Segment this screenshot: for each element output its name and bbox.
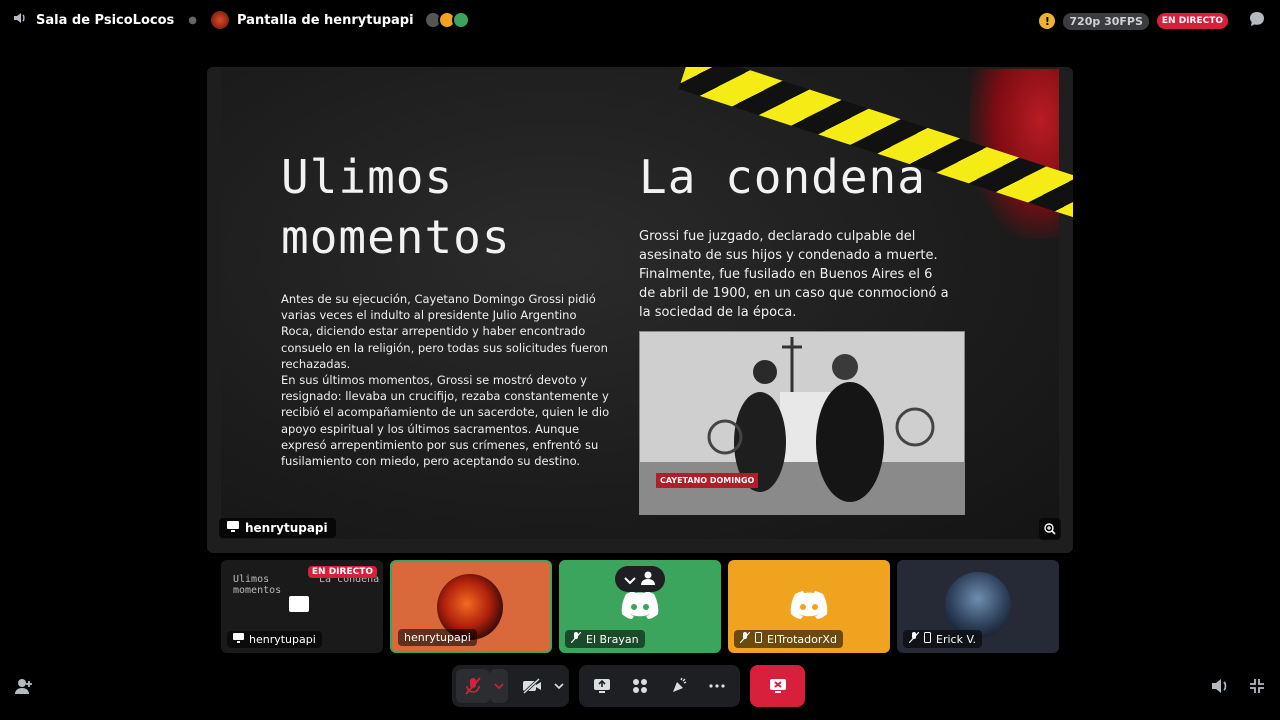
camera-toggle-button[interactable] xyxy=(516,669,550,703)
zoom-in-icon xyxy=(1044,523,1056,535)
tile-label: ElTrotadorXd xyxy=(734,630,843,648)
tile-live-badge: EN DIRECTO xyxy=(307,566,377,578)
mic-options-button[interactable] xyxy=(489,669,508,703)
tile-label: Erick V. xyxy=(903,630,983,648)
participant-tile-stream[interactable]: Ulimos momentos La condena EN DIRECTO he… xyxy=(221,560,383,653)
mobile-icon xyxy=(924,632,931,646)
participant-tile-eltrotadorxd[interactable]: ElTrotadorXd xyxy=(728,560,890,653)
stage-streamer-name: henrytupapi xyxy=(245,521,328,535)
participant-tile-henrytupapi[interactable]: henrytupapi xyxy=(390,560,552,653)
tile-name: Erick V. xyxy=(936,632,977,646)
chevron-down-icon xyxy=(494,683,504,689)
viewer-avatars[interactable] xyxy=(423,11,470,29)
left-heading: Ulimos momentos xyxy=(281,150,511,264)
left-paragraph-2: En sus últimos momentos, Grossi se mostr… xyxy=(281,373,610,469)
chevron-down-icon xyxy=(554,683,564,689)
tile-name: henrytupapi xyxy=(249,633,316,646)
exit-fullscreen-icon[interactable] xyxy=(1247,676,1267,696)
right-heading: La condena xyxy=(639,150,926,204)
participant-avatar xyxy=(945,572,1011,638)
discord-logo-icon xyxy=(621,591,659,619)
participant-tile-el-brayan[interactable]: El Brayan xyxy=(559,560,721,653)
soundboard-icon xyxy=(672,677,686,692)
muted-mic-icon xyxy=(908,631,920,646)
main-stream-view[interactable]: Ulimos momentos Antes de su ejecución, C… xyxy=(207,67,1073,553)
tile-name: ElTrotadorXd xyxy=(767,632,837,646)
speaker-icon xyxy=(12,10,28,30)
watch-stream-icon xyxy=(289,596,309,612)
screen-title: Pantalla de henrytupapi xyxy=(237,12,414,28)
tile-name: henrytupapi xyxy=(404,631,471,644)
screen-icon xyxy=(227,521,239,535)
streamer-avatar xyxy=(211,11,229,29)
tile-label: henrytupapi xyxy=(227,631,322,648)
mic-toggle-button[interactable] xyxy=(456,669,490,703)
tile-name: El Brayan xyxy=(586,632,639,646)
camera-off-icon xyxy=(523,678,542,694)
tile-preview-left: Ulimos momentos xyxy=(233,574,282,596)
activity-controls xyxy=(579,665,740,707)
warning-icon[interactable]: ! xyxy=(1039,13,1056,29)
user-settings-icon[interactable] xyxy=(640,570,656,589)
media-controls xyxy=(452,665,569,707)
stop-share-icon xyxy=(769,679,786,693)
stage-streamer-label: henrytupapi xyxy=(219,518,336,538)
participant-tile-erick-v[interactable]: Erick V. xyxy=(897,560,1059,653)
tile-label: henrytupapi xyxy=(398,629,477,646)
share-screen-icon xyxy=(594,679,611,693)
channel-header: Sala de PsicoLocos ● Pantalla de henrytu… xyxy=(12,10,470,30)
tile-overlay-controls[interactable] xyxy=(615,566,665,592)
presentation-slide: Ulimos momentos Antes de su ejecución, C… xyxy=(221,67,1073,539)
screen-icon xyxy=(233,633,244,646)
photo-caption: CAYETANO DOMINGO xyxy=(656,473,759,488)
discord-logo-icon xyxy=(790,591,828,619)
zoom-in-button[interactable] xyxy=(1039,518,1061,540)
left-paragraph-1: Antes de su ejecución, Cayetano Domingo … xyxy=(281,292,608,371)
more-options-button[interactable] xyxy=(700,669,734,703)
muted-mic-icon xyxy=(739,631,751,646)
activities-button[interactable] xyxy=(623,669,657,703)
tile-label: El Brayan xyxy=(565,630,645,648)
more-icon xyxy=(709,684,725,688)
invite-user-icon[interactable] xyxy=(14,676,34,696)
separator-dot: ● xyxy=(188,14,197,26)
top-bar: Sala de PsicoLocos ● Pantalla de henrytu… xyxy=(0,0,1280,40)
chat-icon[interactable] xyxy=(1248,10,1266,32)
camera-options-button[interactable] xyxy=(549,669,569,703)
quality-badge: 720p 30FPS xyxy=(1063,12,1149,30)
chevron-down-icon[interactable] xyxy=(624,570,636,589)
historical-photo: CAYETANO DOMINGO xyxy=(639,331,965,515)
activities-icon xyxy=(633,679,648,693)
left-body: Antes de su ejecución, Cayetano Domingo … xyxy=(281,291,611,469)
live-badge: EN DIRECTO xyxy=(1156,13,1228,29)
share-screen-button[interactable] xyxy=(585,669,619,703)
right-body: Grossi fue juzgado, declarado culpable d… xyxy=(639,229,949,320)
volume-icon[interactable] xyxy=(1210,676,1230,696)
stop-stream-button[interactable] xyxy=(750,665,805,707)
mobile-icon xyxy=(755,632,762,646)
muted-mic-icon xyxy=(570,631,582,646)
soundboard-button[interactable] xyxy=(662,669,696,703)
voice-channel-name[interactable]: Sala de PsicoLocos xyxy=(36,13,174,28)
viewer-avatar xyxy=(451,11,470,29)
stream-status: ! 720p 30FPS EN DIRECTO xyxy=(1039,10,1266,32)
mic-muted-icon xyxy=(465,677,481,695)
